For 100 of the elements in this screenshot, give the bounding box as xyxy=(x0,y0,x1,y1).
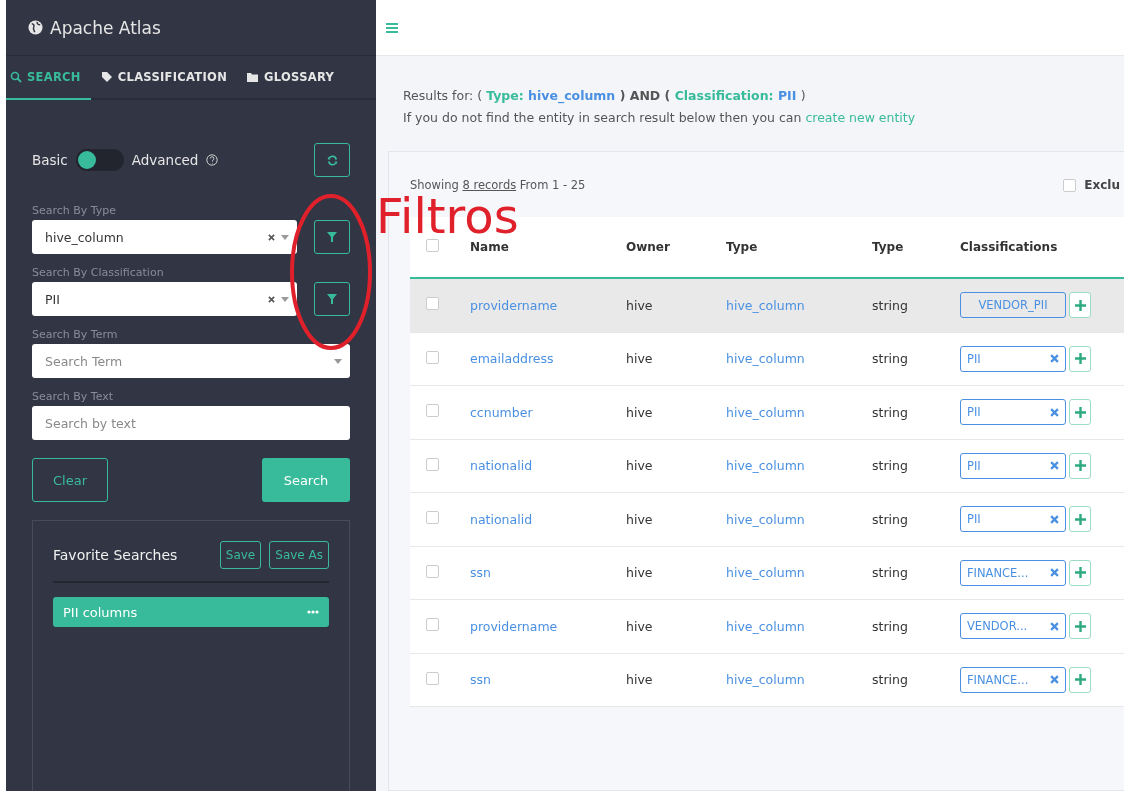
entity-link[interactable]: ssn xyxy=(470,672,626,688)
checkbox[interactable] xyxy=(426,404,439,418)
column-header: Type xyxy=(726,240,759,254)
entity-link[interactable]: emailaddress xyxy=(470,351,626,367)
table-cell-text: hive xyxy=(626,565,654,581)
classification-tag[interactable]: FINANCE... xyxy=(960,666,1066,693)
table-cell-text: hive xyxy=(626,511,654,527)
toggle-label: Advanced xyxy=(131,152,199,168)
table-row[interactable]: providername hive hive_column string VENDOR_PII xyxy=(410,279,1124,333)
checkbox[interactable] xyxy=(1063,178,1077,192)
table-cell-text: hive xyxy=(626,297,654,313)
column-header: Type xyxy=(872,240,905,254)
type-link[interactable]: hive_column xyxy=(726,351,872,367)
column-header: Owner xyxy=(626,240,671,254)
field-label: Search By Classification xyxy=(32,266,165,279)
add-classification-button[interactable] xyxy=(1069,506,1091,533)
remove-icon[interactable] xyxy=(1050,514,1059,524)
type-link[interactable]: hive_column xyxy=(726,618,872,634)
entity-link[interactable]: ssn xyxy=(470,565,626,581)
select-field[interactable]: Search Term xyxy=(32,344,350,378)
remove-icon[interactable] xyxy=(1050,461,1059,471)
table-cell-text: string xyxy=(872,404,909,420)
table-cell-text: string xyxy=(872,351,909,367)
clear-icon[interactable] xyxy=(268,233,275,241)
favorite-item[interactable]: PII columns xyxy=(53,597,329,627)
checkbox[interactable] xyxy=(426,297,439,311)
classification-tag[interactable]: FINANCE... xyxy=(960,559,1066,586)
remove-icon[interactable] xyxy=(1050,354,1059,364)
checkbox[interactable] xyxy=(426,618,439,632)
entity-link[interactable]: ccnumber xyxy=(470,404,626,420)
checkbox[interactable] xyxy=(426,457,439,471)
type-link[interactable]: hive_column xyxy=(726,565,872,581)
classification-tag[interactable]: VENDOR... xyxy=(960,613,1066,640)
entity-link[interactable]: providername xyxy=(470,618,626,634)
type-link[interactable]: hive_column xyxy=(726,511,872,527)
filter-button[interactable] xyxy=(314,220,350,254)
create-entity-link[interactable]: create new entity xyxy=(805,110,916,125)
sidebar-tab[interactable]: CLASSIFICATION xyxy=(96,56,238,100)
menu-icon[interactable] xyxy=(386,22,398,33)
filter-button[interactable] xyxy=(314,282,350,316)
results-hint: If you do not find the entity in search result below then you can create new entity xyxy=(403,109,917,127)
add-classification-button[interactable] xyxy=(1069,345,1091,372)
remove-icon[interactable] xyxy=(1050,621,1059,631)
add-classification-button[interactable] xyxy=(1069,559,1091,586)
add-classification-button[interactable] xyxy=(1069,399,1091,426)
type-link[interactable]: hive_column xyxy=(726,297,872,313)
table-cell-text: string xyxy=(872,458,909,474)
checkbox[interactable] xyxy=(426,511,439,525)
remove-icon[interactable] xyxy=(1050,675,1059,685)
refresh-icon xyxy=(326,154,338,166)
remove-icon[interactable] xyxy=(1050,568,1059,578)
search-button[interactable]: Search xyxy=(262,458,350,502)
table-cell-text: hive xyxy=(626,672,654,688)
sidebar-tab[interactable]: GLOSSARY xyxy=(243,56,345,100)
remove-icon[interactable] xyxy=(1050,407,1059,417)
classification-tag[interactable]: PII xyxy=(960,506,1066,533)
filter-icon xyxy=(327,294,337,304)
checkbox[interactable] xyxy=(426,239,439,252)
results-query: Results for: ( Type: hive_column ) AND ( Classification: PII ) xyxy=(403,87,807,106)
classification-tag[interactable]: PII xyxy=(960,399,1066,426)
mode-switch[interactable] xyxy=(75,149,124,171)
table-cell-text: hive xyxy=(626,404,654,420)
refresh-button[interactable] xyxy=(314,143,350,177)
type-link[interactable]: hive_column xyxy=(726,458,872,474)
panel-title: Favorite Searches xyxy=(53,547,178,563)
plus-icon xyxy=(1074,567,1086,579)
classification-tag[interactable]: VENDOR_PII xyxy=(960,292,1066,319)
add-classification-button[interactable] xyxy=(1069,666,1091,693)
entity-link[interactable]: nationalid xyxy=(470,511,626,527)
select-field[interactable]: hive_column xyxy=(32,220,297,254)
save-as-button[interactable]: Save As xyxy=(269,541,329,569)
add-classification-button[interactable] xyxy=(1069,613,1091,640)
select-field[interactable]: PII xyxy=(32,282,297,316)
records-link[interactable]: 8 records xyxy=(462,178,517,192)
save-button[interactable]: Save xyxy=(219,541,262,569)
entity-link[interactable]: providername xyxy=(470,297,626,313)
type-link[interactable]: hive_column xyxy=(726,672,872,688)
filter-icon xyxy=(327,232,337,242)
plus-icon xyxy=(1074,460,1086,472)
checkbox[interactable] xyxy=(426,564,439,578)
toggle-label: Basic xyxy=(32,152,68,168)
add-classification-button[interactable] xyxy=(1069,452,1091,479)
plus-icon xyxy=(1074,674,1086,686)
clear-icon[interactable] xyxy=(268,295,275,303)
column-header: Classifications xyxy=(960,240,1059,254)
checkbox[interactable] xyxy=(426,350,439,364)
caret-icon xyxy=(281,234,289,240)
checkbox[interactable] xyxy=(426,671,439,685)
add-classification-button[interactable] xyxy=(1069,292,1091,319)
classification-tag[interactable]: PII xyxy=(960,452,1066,479)
classification-tag[interactable]: PII xyxy=(960,345,1066,372)
column-header: Name xyxy=(470,240,510,254)
type-link[interactable]: hive_column xyxy=(726,404,872,420)
more-icon[interactable] xyxy=(307,610,319,614)
sidebar-tab[interactable]: SEARCH xyxy=(6,56,91,100)
text-field[interactable]: Search by text xyxy=(32,406,350,440)
entity-link[interactable]: nationalid xyxy=(470,458,626,474)
clear-button[interactable]: Clear xyxy=(32,458,108,502)
field-label: Search By Term xyxy=(32,328,119,341)
table-cell-text: hive xyxy=(626,618,654,634)
